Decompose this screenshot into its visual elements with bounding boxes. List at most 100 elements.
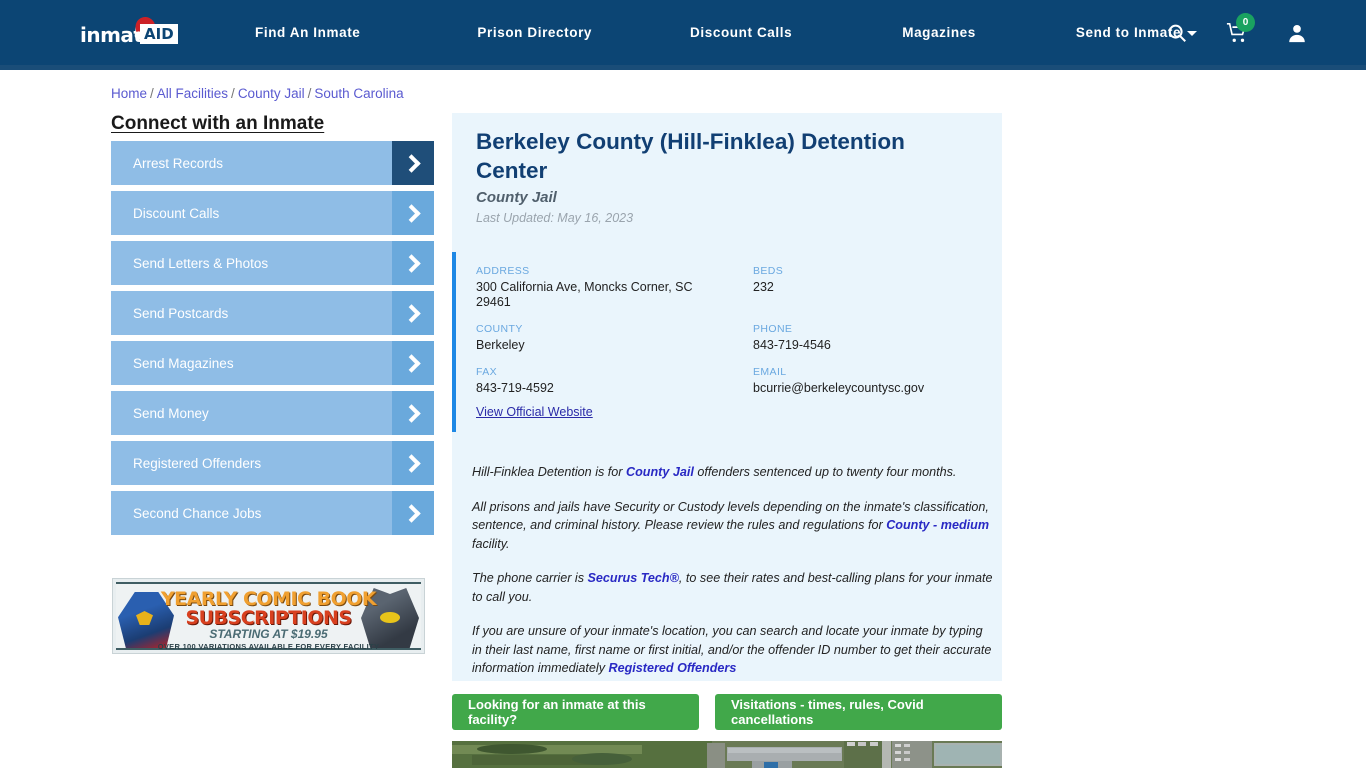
- chevron-right-icon[interactable]: [392, 191, 434, 235]
- breadcrumb-separator: /: [307, 86, 312, 101]
- sidebar-item-label: Send Magazines: [133, 355, 234, 371]
- info-label: ADDRESS: [476, 265, 530, 277]
- breadcrumb-home[interactable]: Home: [111, 86, 147, 101]
- visitation-info-button[interactable]: Visitations - times, rules, Covid cancel…: [715, 694, 1002, 730]
- sidebar-item-label: Registered Offenders: [133, 455, 262, 471]
- nav-prison-directory[interactable]: Prison Directory: [477, 25, 592, 40]
- sidebar-item-label: Send Letters & Photos: [133, 255, 269, 271]
- sidebar-item-second-chance-jobs[interactable]: Second Chance Jobs: [111, 491, 434, 535]
- sidebar-item-label: Second Chance Jobs: [133, 505, 262, 521]
- view-official-website-link[interactable]: View Official Website: [476, 405, 593, 419]
- sidebar-heading: Connect with an Inmate: [111, 113, 325, 134]
- chevron-glyph: [401, 353, 421, 373]
- chevron-glyph: [401, 403, 421, 423]
- sidebar-menu: Arrest Records Discount Calls Send Letters…: [111, 141, 434, 541]
- ad-line-4: OVER 100 VARIATIONS AVAILABLE FOR EVERY …: [157, 642, 380, 651]
- site-logo[interactable]: inmate AID: [80, 14, 200, 50]
- description-paragraph: The phone carrier is Securus Tech®, to s…: [472, 569, 994, 606]
- info-value: Berkeley: [476, 338, 525, 352]
- sidebar-item-send-money[interactable]: Send Money: [111, 391, 434, 435]
- inmate-search-button[interactable]: Looking for an inmate at this facility?: [452, 694, 699, 730]
- paragraph-text: facility.: [472, 536, 510, 551]
- sidebar-item-label: Discount Calls: [133, 205, 220, 221]
- nav-icon-group: 0: [1166, 0, 1308, 65]
- info-label: COUNTY: [476, 323, 523, 335]
- info-value: 300 California Ave, Moncks Corner, SC 29…: [476, 280, 693, 309]
- sidebar-item-send-letters-photos[interactable]: Send Letters & Photos: [111, 241, 434, 285]
- breadcrumb-south-carolina[interactable]: South Carolina: [314, 86, 403, 101]
- paragraph-text: offenders sentenced up to twenty four mo…: [693, 465, 957, 479]
- chevron-right-icon[interactable]: [392, 441, 434, 485]
- sidebar-item-label: Send Money: [133, 405, 209, 421]
- inline-link[interactable]: Registered Offenders: [608, 661, 736, 675]
- facility-last-updated: Last Updated: May 16, 2023: [476, 211, 634, 225]
- facility-detail-panel: Berkeley County (Hill-Finklea) Detention…: [452, 113, 1002, 681]
- chevron-right-icon[interactable]: [392, 291, 434, 335]
- sidebar-item-arrest-records[interactable]: Arrest Records: [111, 141, 434, 185]
- comic-book-ad-banner[interactable]: YEARLY COMIC BOOK SUBSCRIPTIONS STARTING…: [112, 578, 425, 654]
- ad-inner: YEARLY COMIC BOOK SUBSCRIPTIONS STARTING…: [116, 582, 421, 651]
- chevron-right-icon[interactable]: [392, 491, 434, 535]
- logo-badge: AID: [140, 24, 178, 44]
- description-paragraph: All prisons and jails have Security or C…: [472, 498, 994, 554]
- chevron-glyph: [401, 303, 421, 323]
- sidebar-item-registered-offenders[interactable]: Registered Offenders: [111, 441, 434, 485]
- user-account-icon[interactable]: [1286, 22, 1308, 44]
- breadcrumb-separator: /: [150, 86, 154, 101]
- search-icon[interactable]: [1166, 22, 1188, 44]
- sidebar-item-send-postcards[interactable]: Send Postcards: [111, 291, 434, 335]
- facility-type: County Jail: [476, 189, 557, 206]
- map-image: [452, 741, 1002, 768]
- main-nav-links: Find An Inmate Prison Directory Discount…: [255, 0, 1198, 65]
- chevron-right-icon[interactable]: [392, 241, 434, 285]
- breadcrumb-county-jail[interactable]: County Jail: [238, 86, 305, 101]
- sidebar-item-label: Send Postcards: [133, 305, 229, 321]
- breadcrumb-separator: /: [231, 86, 235, 101]
- info-field-fax: FAX 843-719-4592: [476, 366, 753, 396]
- chevron-glyph: [401, 153, 421, 173]
- nav-magazines[interactable]: Magazines: [902, 25, 976, 40]
- info-label: FAX: [476, 366, 498, 378]
- info-label: BEDS: [753, 265, 784, 277]
- info-value: 843-719-4592: [476, 381, 554, 395]
- info-field-county: COUNTY Berkeley: [476, 323, 753, 353]
- nav-discount-calls[interactable]: Discount Calls: [690, 25, 792, 40]
- chevron-glyph: [401, 503, 421, 523]
- chevron-right-icon[interactable]: [392, 391, 434, 435]
- inline-link[interactable]: County - medium: [886, 518, 989, 532]
- info-field-beds: BEDS 232: [753, 265, 976, 310]
- info-value: bcurrie@berkeleycountysc.gov: [753, 381, 925, 395]
- facility-info-grid: ADDRESS 300 California Ave, Moncks Corner…: [476, 265, 976, 396]
- chevron-glyph: [401, 203, 421, 223]
- breadcrumb-all-facilities[interactable]: All Facilities: [157, 86, 228, 101]
- ad-line-2: SUBSCRIPTIONS: [185, 607, 352, 629]
- info-label: PHONE: [753, 323, 793, 335]
- info-label: EMAIL: [753, 366, 787, 378]
- ad-line-3: STARTING AT $19.95: [209, 627, 328, 641]
- inline-link[interactable]: Securus Tech®: [588, 571, 679, 585]
- info-field-address: ADDRESS 300 California Ave, Moncks Corner…: [476, 265, 753, 310]
- description-paragraph: If you are unsure of your inmate's locat…: [472, 622, 994, 678]
- info-accent-bar: [452, 252, 456, 432]
- paragraph-text: The phone carrier is: [472, 571, 588, 585]
- facility-description: Hill-Finklea Detention is for County Jai…: [472, 463, 994, 694]
- description-paragraph: Hill-Finklea Detention is for County Jai…: [472, 463, 994, 482]
- cart-icon[interactable]: 0: [1226, 12, 1255, 44]
- info-field-phone: PHONE 843-719-4546: [753, 323, 976, 353]
- chevron-glyph: [401, 253, 421, 273]
- inline-link[interactable]: County Jail: [626, 465, 694, 479]
- facility-title: Berkeley County (Hill-Finklea) Detention…: [476, 129, 905, 183]
- paragraph-text: Hill-Finklea Detention is for: [472, 465, 626, 479]
- sidebar-item-label: Arrest Records: [133, 155, 224, 171]
- sidebar-item-discount-calls[interactable]: Discount Calls: [111, 191, 434, 235]
- sidebar-item-send-magazines[interactable]: Send Magazines: [111, 341, 434, 385]
- info-value: 232: [753, 280, 774, 294]
- chevron-right-icon[interactable]: [392, 141, 434, 185]
- cart-count-badge: 0: [1236, 12, 1255, 32]
- nav-find-an-inmate[interactable]: Find An Inmate: [255, 25, 360, 40]
- facility-aerial-map[interactable]: [452, 741, 1002, 768]
- chevron-right-icon[interactable]: [392, 341, 434, 385]
- top-navigation-bar: inmate AID Find An Inmate Prison Directo…: [0, 0, 1366, 70]
- chevron-glyph: [401, 453, 421, 473]
- info-field-email: EMAIL bcurrie@berkeleycountysc.gov: [753, 366, 976, 396]
